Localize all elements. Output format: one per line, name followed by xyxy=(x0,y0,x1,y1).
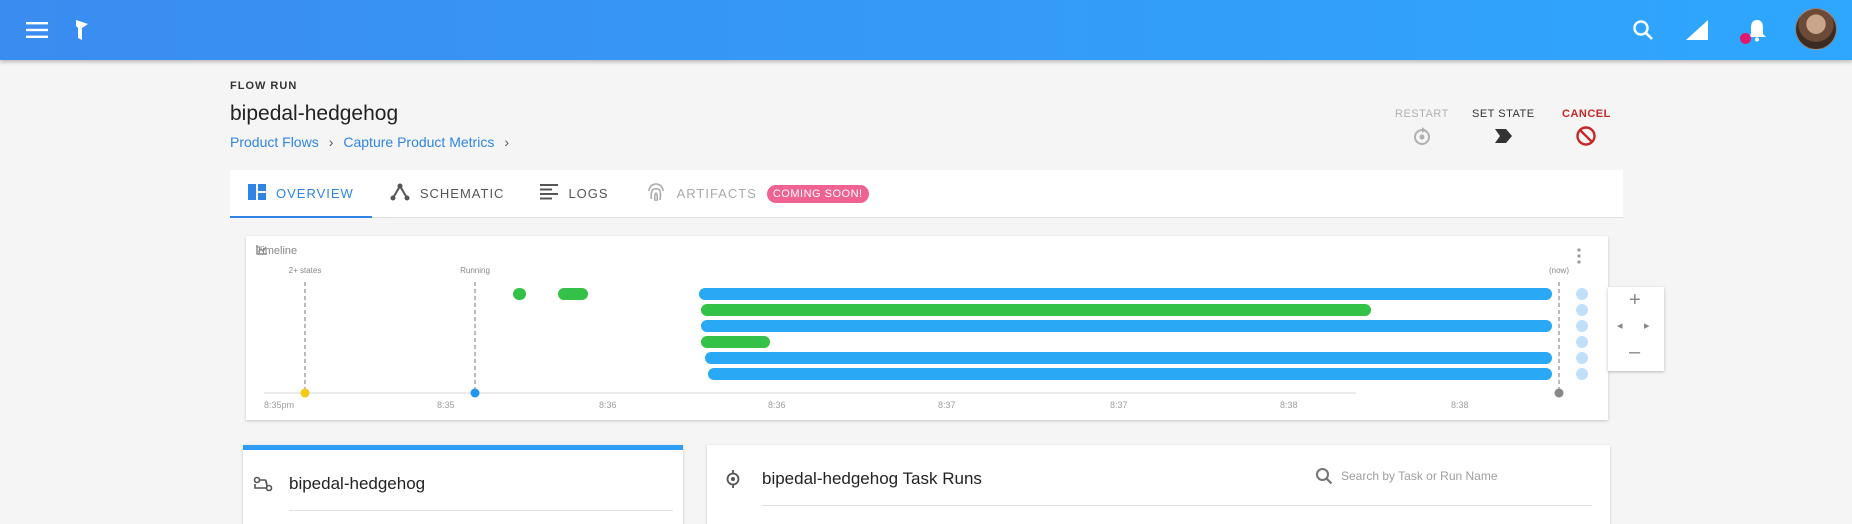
task-run-bar xyxy=(701,336,770,348)
timeline-marker-dot xyxy=(470,388,480,398)
signal-icon xyxy=(1682,0,1712,60)
timeline-zoom-controls: + ◂ ▸ – xyxy=(1608,287,1664,371)
cancel-button[interactable]: CANCEL xyxy=(1562,108,1611,146)
cancel-icon xyxy=(1575,126,1597,146)
task-run-bar xyxy=(701,320,1552,332)
task-run-bar xyxy=(701,304,1371,316)
timeline-icon xyxy=(256,245,267,255)
chevron-right-icon: › xyxy=(328,134,334,150)
timeline-tick-label: 8:38 xyxy=(1451,400,1469,410)
tab-artifacts[interactable]: ARTIFACTS COMING SOON! xyxy=(627,170,887,217)
timeline-marker-dot xyxy=(300,388,310,398)
breadcrumb-link-product-flows[interactable]: Product Flows xyxy=(230,134,319,150)
task-run-bar xyxy=(705,352,1552,364)
task-run-bar xyxy=(513,288,526,300)
tab-logs-label: LOGS xyxy=(568,186,609,201)
zoom-in-icon[interactable]: + xyxy=(1629,289,1641,312)
breadcrumb-link-capture-product-metrics[interactable]: Capture Product Metrics xyxy=(343,134,494,150)
task-run-search[interactable]: Search by Task or Run Name xyxy=(1315,467,1498,485)
tab-schematic-label: SCHEMATIC xyxy=(419,186,505,201)
page-title: bipedal-hedgehog xyxy=(230,102,399,125)
timeline-tick-label: 8:37 xyxy=(938,400,956,410)
divider xyxy=(762,505,1592,506)
task-runs-card-title: bipedal-hedgehog Task Runs xyxy=(762,469,982,488)
timeline-marker-label: 2+ states xyxy=(289,266,322,275)
timeline-marker-dot xyxy=(1554,388,1564,398)
pan-right-icon[interactable]: ▸ xyxy=(1644,319,1650,332)
divider xyxy=(289,510,673,511)
task-run-bar xyxy=(558,288,588,300)
restart-icon xyxy=(1412,126,1432,146)
tab-schematic[interactable]: SCHEMATIC xyxy=(372,170,523,217)
timeline-tick-label: 8:35 xyxy=(437,400,455,410)
timeline-tick-label: 8:36 xyxy=(599,400,617,410)
scheduled-run-dot xyxy=(1576,320,1588,332)
set-state-icon xyxy=(1493,126,1513,146)
menu-icon[interactable] xyxy=(22,0,52,60)
scheduled-run-dot xyxy=(1576,336,1588,348)
pan-left-icon[interactable]: ◂ xyxy=(1617,319,1623,332)
zoom-out-icon[interactable]: – xyxy=(1629,341,1640,364)
logs-icon xyxy=(540,184,559,203)
task-runs-card: bipedal-hedgehog Task Runs Search by Tas… xyxy=(707,445,1610,524)
tab-artifacts-label: ARTIFACTS xyxy=(676,186,757,201)
timeline-marker-label: Running xyxy=(460,266,490,275)
task-run-bar xyxy=(708,368,1552,380)
notification-dot xyxy=(1740,33,1751,44)
timeline-tick-label: 8:37 xyxy=(1110,400,1128,410)
restart-button[interactable]: RESTART xyxy=(1395,108,1449,146)
tab-logs[interactable]: LOGS xyxy=(522,170,626,217)
overview-icon xyxy=(248,184,266,203)
search-placeholder[interactable]: Search by Task or Run Name xyxy=(1341,469,1498,483)
scheduled-run-dot xyxy=(1576,304,1588,316)
app-bar xyxy=(0,0,1852,60)
flow-icon xyxy=(253,476,273,497)
scheduled-run-dot xyxy=(1576,352,1588,364)
bell-icon[interactable] xyxy=(1742,0,1772,60)
timeline-tick-label: 8:38 xyxy=(1280,400,1298,410)
tab-overview[interactable]: OVERVIEW xyxy=(230,170,372,218)
avatar[interactable] xyxy=(1795,8,1837,50)
timeline-tick-label: 8:35pm xyxy=(264,400,294,410)
set-state-button[interactable]: SET STATE xyxy=(1472,108,1535,146)
fingerprint-icon xyxy=(645,181,667,206)
timeline-tick-label: 8:36 xyxy=(768,400,786,410)
flow-card-title: bipedal-hedgehog xyxy=(289,474,426,493)
set-state-label: SET STATE xyxy=(1472,108,1535,120)
coming-soon-badge: COMING SOON! xyxy=(766,184,869,203)
timeline-marker-label: (now) xyxy=(1549,266,1569,275)
timeline-chart: 8:35pm 8:35 8:36 8:36 8:37 8:37 8:38 8:38 2+ sta… xyxy=(264,266,1588,410)
search-icon xyxy=(1316,468,1333,485)
tab-bar: OVERVIEW SCHEMATIC LOGS ARTIFACTS COMING… xyxy=(230,170,1623,218)
timeline-card: 8:35pm 8:35 8:36 8:36 8:37 8:37 8:38 8:38 2+ sta… xyxy=(246,236,1608,420)
scheduled-run-dot xyxy=(1576,288,1588,300)
schematic-icon xyxy=(390,183,410,204)
scheduled-run-dot xyxy=(1576,368,1588,380)
prefect-logo-icon[interactable] xyxy=(70,0,94,60)
task-run-icon xyxy=(724,470,742,493)
task-run-bar xyxy=(699,288,1552,300)
cancel-label: CANCEL xyxy=(1562,108,1611,120)
search-icon[interactable] xyxy=(1628,0,1658,60)
timeline-header: Timeline xyxy=(256,245,297,257)
restart-label: RESTART xyxy=(1395,108,1449,120)
chevron-right-icon: › xyxy=(504,134,509,150)
flow-card: bipedal-hedgehog xyxy=(243,445,683,524)
breadcrumb: Product Flows › Capture Product Metrics … xyxy=(230,134,511,150)
tab-overview-label: OVERVIEW xyxy=(276,186,354,201)
page-eyebrow: FLOW RUN xyxy=(230,80,298,92)
